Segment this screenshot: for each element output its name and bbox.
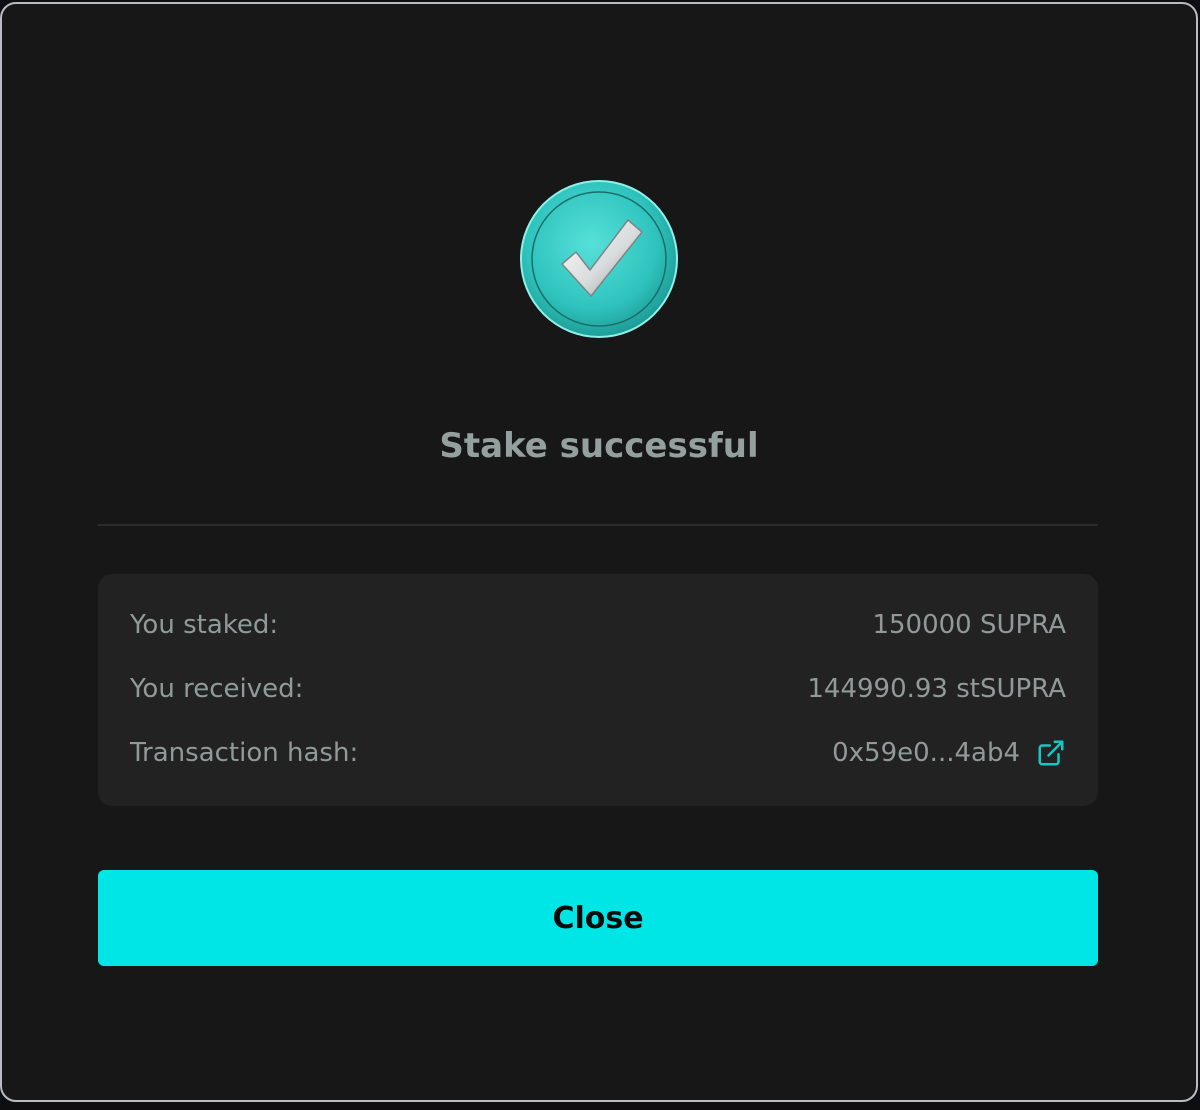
stake-success-modal: Stake successful You staked: 150000 SUPR… [0, 2, 1198, 1102]
staked-row: You staked: 150000 SUPRA [130, 605, 1066, 645]
staked-value: 150000 SUPRA [872, 610, 1066, 640]
transaction-hash-link[interactable]: 0x59e0...4ab4 [832, 738, 1066, 768]
transaction-hash-label: Transaction hash: [130, 738, 359, 768]
modal-title: Stake successful [439, 426, 759, 466]
close-button[interactable]: Close [98, 870, 1098, 966]
staked-label: You staked: [130, 610, 279, 640]
received-row: You received: 144990.93 stSUPRA [130, 669, 1066, 709]
transaction-details-panel: You staked: 150000 SUPRA You received: 1… [98, 574, 1098, 806]
external-link-icon[interactable] [1036, 738, 1066, 768]
transaction-hash-value[interactable]: 0x59e0...4ab4 [832, 738, 1020, 768]
received-label: You received: [130, 674, 304, 704]
transaction-hash-row: Transaction hash: 0x59e0...4ab4 [130, 733, 1066, 773]
divider [98, 524, 1098, 526]
success-check-icon [520, 180, 678, 338]
received-value: 144990.93 stSUPRA [807, 674, 1066, 704]
